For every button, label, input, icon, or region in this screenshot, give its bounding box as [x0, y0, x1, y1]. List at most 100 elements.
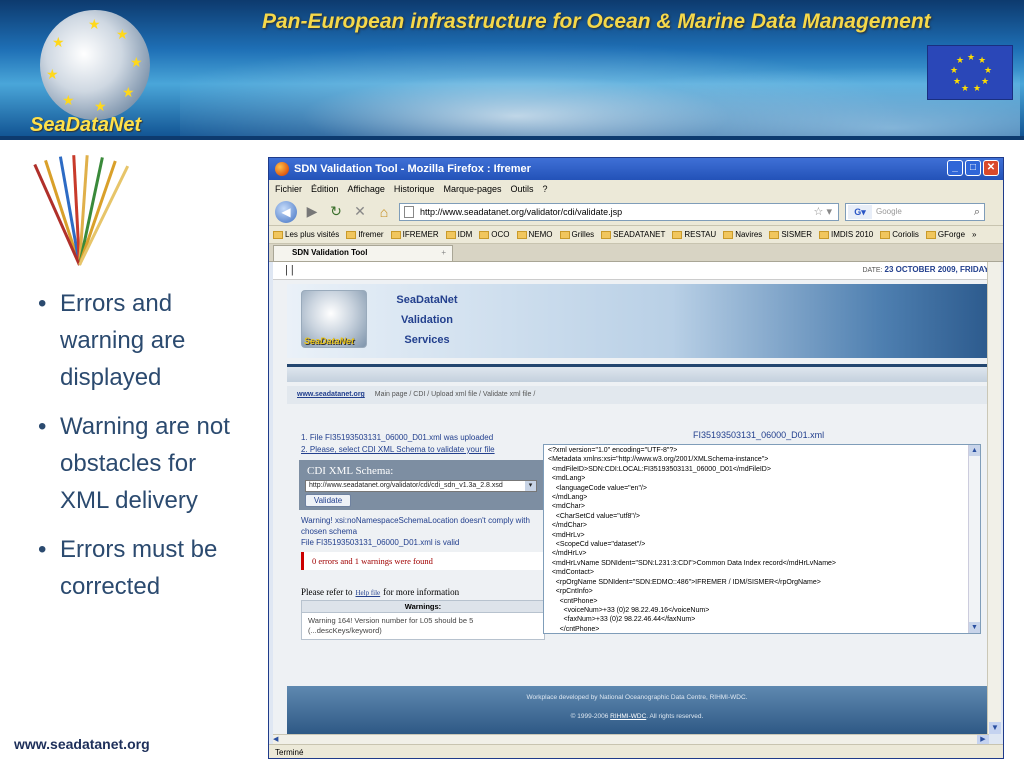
bookmarks-overflow-button[interactable]: »: [972, 230, 976, 239]
maximize-button[interactable]: □: [965, 160, 981, 176]
eu-flag-icon: ★ ★ ★ ★ ★ ★ ★ ★ ★: [927, 45, 1013, 100]
validate-button[interactable]: Validate: [305, 494, 351, 507]
status-bar: Terminé: [269, 744, 1003, 758]
bookmark-item[interactable]: Coriolis: [880, 230, 919, 239]
google-icon: G▾: [848, 204, 872, 219]
scroll-up-icon[interactable]: ▲: [969, 445, 980, 456]
bookmark-item[interactable]: SEADATANET: [601, 230, 665, 239]
schema-warning-text: Warning! xsi:noNamespaceSchemaLocation d…: [301, 516, 530, 536]
menu-bar: Fichier Édition Affichage Historique Mar…: [269, 180, 1003, 198]
nav-strip: [287, 364, 987, 382]
star-icon: ★: [116, 26, 129, 42]
hero-banner: SeaDataNet SeaDataNet Validation Service…: [287, 284, 987, 358]
back-button[interactable]: ◀: [275, 200, 297, 223]
rihmi-link[interactable]: RIHMI-WDC: [610, 713, 646, 720]
page-content: | | DATE: 23 OCTOBER 2009, FRIDAY SeaDat…: [273, 262, 987, 734]
banner-headline: Pan-European infrastructure for Ocean & …: [262, 10, 931, 33]
bookmark-item[interactable]: IFREMER: [390, 230, 439, 239]
seadatanet-logo: SeaDataNet: [301, 290, 367, 348]
chevron-down-icon: ▾: [525, 481, 536, 491]
bookmark-item[interactable]: IMDIS 2010: [818, 230, 873, 239]
bookmark-item[interactable]: GForge: [925, 230, 965, 239]
bookmark-item[interactable]: RESTAU: [672, 230, 716, 239]
upload-steps: 1. File FI35193503131_06000_D01.xml was …: [301, 432, 495, 456]
breadcrumb: www.seadatanet.org Main page / CDI / Upl…: [287, 386, 987, 404]
footer-copyright: © 1999-2006 RIHMI-WDC. All rights reserv…: [287, 713, 987, 720]
bookmark-item[interactable]: Navires: [723, 230, 762, 239]
step-uploaded: 1. File FI35193503131_06000_D01.xml was …: [301, 433, 494, 442]
menu-fichier[interactable]: Fichier: [275, 184, 302, 194]
firefox-icon: [275, 162, 289, 176]
date-value: 23 OCTOBER 2009, FRIDAY: [884, 265, 987, 274]
wave-image: [180, 20, 1020, 140]
breadcrumb-path: Main page / CDI / Upload xml file / Vali…: [374, 391, 536, 398]
star-icon: ★: [52, 34, 65, 50]
scroll-left-icon[interactable]: ◀: [273, 735, 283, 744]
star-icon: ★: [88, 16, 101, 32]
schema-label: CDI XML Schema:: [307, 465, 394, 477]
menu-help[interactable]: ?: [543, 184, 548, 194]
page-icon: [404, 205, 414, 218]
bookmark-item[interactable]: IDM: [445, 230, 472, 239]
date-display: DATE: 23 OCTOBER 2009, FRIDAY: [862, 265, 987, 274]
bookmark-item[interactable]: SISMER: [769, 230, 812, 239]
forward-button[interactable]: ▶: [303, 203, 321, 220]
reload-icon[interactable]: ↻: [327, 203, 345, 220]
minimize-button[interactable]: _: [947, 160, 963, 176]
url-text: http://www.seadatanet.org/validator/cdi/…: [420, 206, 623, 217]
warnings-table: Warnings: Warning 164! Version number fo…: [301, 600, 545, 640]
copyright-text: © 1999-2006: [570, 713, 609, 720]
menu-edition[interactable]: Édition: [311, 184, 339, 194]
bookmark-star-icon[interactable]: ☆ ▾: [814, 204, 832, 220]
bullet-item: Warning are not obstacles for XML delive…: [38, 408, 248, 519]
page-horizontal-scrollbar[interactable]: ◀ ▶: [273, 734, 989, 744]
page-vertical-scrollbar[interactable]: ▼: [987, 262, 1001, 734]
help-file-link[interactable]: Help file: [355, 589, 380, 597]
bookmark-item[interactable]: OCO: [479, 230, 510, 239]
menu-outils[interactable]: Outils: [511, 184, 534, 194]
menu-historique[interactable]: Historique: [394, 184, 435, 194]
xml-content-viewer[interactable]: <?xml version="1.0" encoding="UTF-8"?> <…: [543, 444, 981, 634]
schema-selector-panel: CDI XML Schema: http://www.seadatanet.or…: [299, 460, 543, 510]
search-input[interactable]: G▾ Google ⌕: [845, 202, 985, 221]
bookmark-item[interactable]: Grilles: [559, 230, 594, 239]
breadcrumb-home-link[interactable]: www.seadatanet.org: [297, 391, 365, 398]
page-topbar: | | DATE: 23 OCTOBER 2009, FRIDAY: [273, 262, 987, 280]
tab-bar: SDN Validation Tool +: [269, 244, 1003, 262]
star-icon: ★: [122, 84, 135, 100]
step-select-schema-link[interactable]: 2. Please, select CDI XML Schema to vali…: [301, 444, 495, 456]
header-banner: ★ ★ ★ ★ ★ ★ ★ ★ SeaDataNet Pan-European …: [0, 0, 1024, 140]
search-placeholder: Google: [876, 206, 902, 216]
help-reference-suffix: for more information: [383, 587, 460, 597]
scroll-right-icon[interactable]: ▶: [977, 735, 989, 744]
warning-row: Warning 164! Version number for L05 shou…: [308, 616, 474, 635]
scroll-down-icon[interactable]: ▼: [969, 622, 980, 633]
error-count-status: 0 errors and 1 warnings were found: [301, 552, 543, 570]
bookmark-item[interactable]: NEMO: [516, 230, 553, 239]
home-icon[interactable]: ⌂: [375, 204, 393, 220]
scroll-down-icon[interactable]: ▼: [989, 722, 1001, 734]
page-footer: Workplace developed by National Oceanogr…: [287, 686, 987, 734]
help-reference: Please refer to Help file for more informa…: [301, 587, 459, 597]
close-button[interactable]: ✕: [983, 160, 999, 176]
file-valid-text: File FI35193503131_06000_D01.xml is vali…: [301, 538, 460, 547]
menu-marque-pages[interactable]: Marque-pages: [443, 184, 501, 194]
bookmark-item[interactable]: Les plus visités: [273, 230, 339, 239]
window-title: SDN Validation Tool - Mozilla Firefox : …: [294, 163, 531, 175]
menu-affichage[interactable]: Affichage: [348, 184, 385, 194]
url-input[interactable]: http://www.seadatanet.org/validator/cdi/…: [399, 202, 839, 221]
new-tab-icon[interactable]: +: [441, 246, 446, 260]
date-label: DATE:: [862, 267, 883, 274]
xml-scrollbar[interactable]: ▲ ▼: [968, 445, 980, 633]
window-titlebar: SDN Validation Tool - Mozilla Firefox : …: [269, 158, 1003, 180]
bookmark-item[interactable]: Ifremer: [346, 230, 384, 239]
tab-sdn-validation-tool[interactable]: SDN Validation Tool +: [273, 245, 453, 261]
schema-dropdown[interactable]: http://www.seadatanet.org/validator/cdi/…: [305, 480, 537, 492]
hero-logo-text: SeaDataNet: [304, 336, 355, 346]
help-reference-text: Please refer to: [301, 587, 353, 597]
search-icon[interactable]: ⌕: [974, 204, 980, 220]
stop-icon[interactable]: ✕: [351, 203, 369, 220]
tab-label: SDN Validation Tool: [292, 248, 368, 257]
star-icon: ★: [94, 98, 107, 114]
validation-message: Warning! xsi:noNamespaceSchemaLocation d…: [301, 515, 545, 548]
